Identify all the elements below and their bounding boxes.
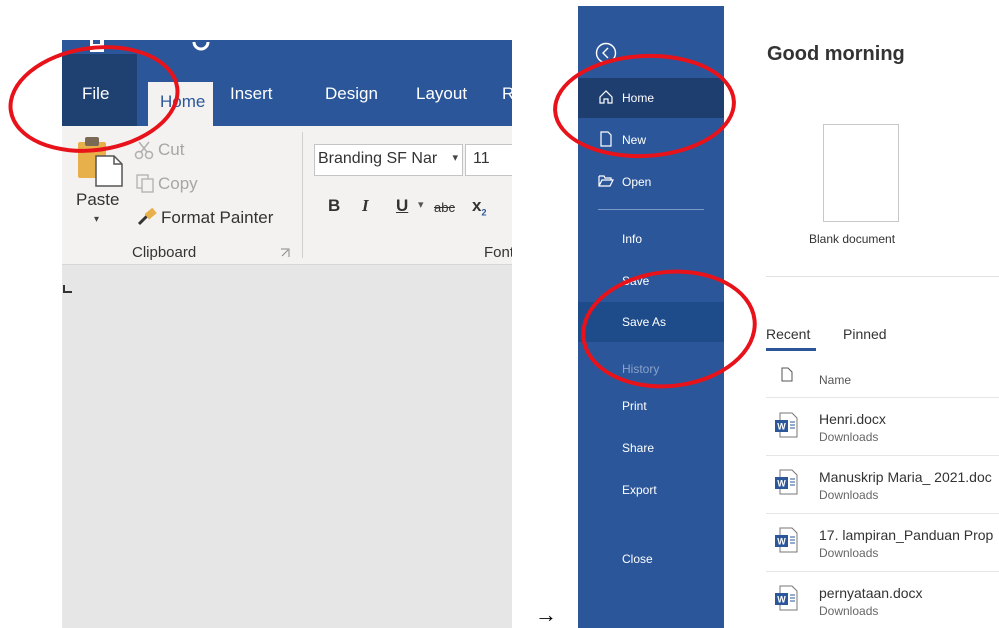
font-size-value: 11	[473, 150, 490, 167]
tab-references[interactable]: R	[502, 84, 512, 104]
arrow-icon: →	[535, 602, 557, 627]
file-type-icon	[781, 367, 793, 382]
svg-text:W: W	[777, 479, 786, 489]
cut-button[interactable]: Cut	[158, 140, 184, 160]
nav-share[interactable]: Share	[578, 428, 724, 468]
recent-file-row[interactable]	[766, 514, 999, 572]
group-divider	[302, 132, 303, 258]
blank-document-thumbnail[interactable]	[823, 124, 899, 222]
recent-file-location: Downloads	[819, 546, 879, 560]
nav-open-label: Open	[622, 175, 652, 189]
nav-open[interactable]: Open	[578, 162, 724, 202]
copy-button[interactable]: Copy	[158, 174, 198, 194]
font-name-dropdown[interactable]: Branding SF Nar ▾	[314, 144, 463, 176]
redo-icon[interactable]	[190, 32, 214, 52]
paste-button[interactable]: Paste	[76, 190, 119, 210]
scissors-icon	[134, 141, 154, 160]
tab-recent[interactable]: Recent	[766, 326, 810, 342]
underline-dropdown-icon[interactable]: ▾	[418, 198, 424, 211]
section-divider	[766, 276, 999, 277]
tab-design[interactable]: Design	[325, 84, 378, 104]
format-painter-icon	[137, 208, 157, 226]
nav-close[interactable]: Close	[578, 539, 724, 579]
tab-recent-underline	[766, 348, 816, 351]
nav-share-label: Share	[622, 441, 655, 455]
recent-file-name: Henri.docx	[819, 411, 886, 427]
quick-access-toolbar	[62, 0, 512, 54]
recent-file-location: Downloads	[819, 488, 879, 502]
nav-close-label: Close	[622, 552, 653, 566]
greeting-heading: Good morning	[767, 43, 905, 65]
document-canvas[interactable]	[62, 265, 512, 628]
strikethrough-button[interactable]: abc	[434, 200, 455, 215]
recent-file-name: pernyataan.docx	[819, 585, 923, 601]
word-file-icon: W	[775, 585, 798, 611]
italic-button[interactable]: I	[362, 196, 369, 216]
tab-layout[interactable]: Layout	[416, 84, 467, 104]
nav-export-label: Export	[622, 483, 657, 497]
home-ribbon: Paste ▾ Cut Copy Format Painter Clipboar…	[62, 126, 512, 265]
tab-pinned[interactable]: Pinned	[843, 326, 887, 342]
nav-info[interactable]: Info	[578, 219, 724, 259]
svg-text:W: W	[777, 595, 786, 605]
column-header-name[interactable]: Name	[819, 373, 851, 387]
recent-file-location: Downloads	[819, 604, 879, 618]
nav-divider	[598, 209, 704, 210]
tab-stop-icon[interactable]	[62, 283, 74, 295]
copy-icon	[136, 174, 154, 193]
clipboard-group-label: Clipboard	[132, 244, 197, 261]
paste-dropdown-icon[interactable]: ▾	[94, 214, 99, 225]
word-file-icon: W	[775, 469, 798, 495]
recent-file-row[interactable]	[766, 456, 999, 514]
dialog-launcher-icon[interactable]	[280, 248, 290, 258]
tab-insert[interactable]: Insert	[230, 84, 273, 104]
format-painter-button[interactable]: Format Painter	[161, 208, 273, 228]
folder-open-icon	[598, 175, 614, 187]
nav-info-label: Info	[622, 232, 643, 246]
recent-file-name: 17. lampiran_Panduan Prop	[819, 527, 994, 543]
font-group-label: Font	[484, 244, 512, 261]
font-name-value: Branding SF Nar	[318, 150, 438, 167]
recent-file-location: Downloads	[819, 430, 879, 444]
recent-file-name: Manuskrip Maria_ 2021.doc	[819, 469, 992, 485]
subscript-button[interactable]: x2	[472, 196, 486, 217]
svg-text:W: W	[777, 422, 786, 432]
recent-file-row[interactable]	[766, 398, 999, 456]
word-file-icon: W	[775, 527, 798, 553]
chevron-down-icon: ▾	[450, 151, 458, 164]
svg-text:W: W	[777, 537, 786, 547]
bold-button[interactable]: B	[328, 196, 340, 216]
nav-print[interactable]: Print	[578, 386, 724, 426]
blank-document-label[interactable]: Blank document	[809, 232, 895, 246]
underline-button[interactable]: U	[396, 196, 408, 216]
nav-export[interactable]: Export	[578, 470, 724, 510]
word-file-icon: W	[775, 412, 798, 438]
font-size-dropdown[interactable]: 11	[465, 144, 512, 176]
nav-print-label: Print	[622, 399, 647, 413]
